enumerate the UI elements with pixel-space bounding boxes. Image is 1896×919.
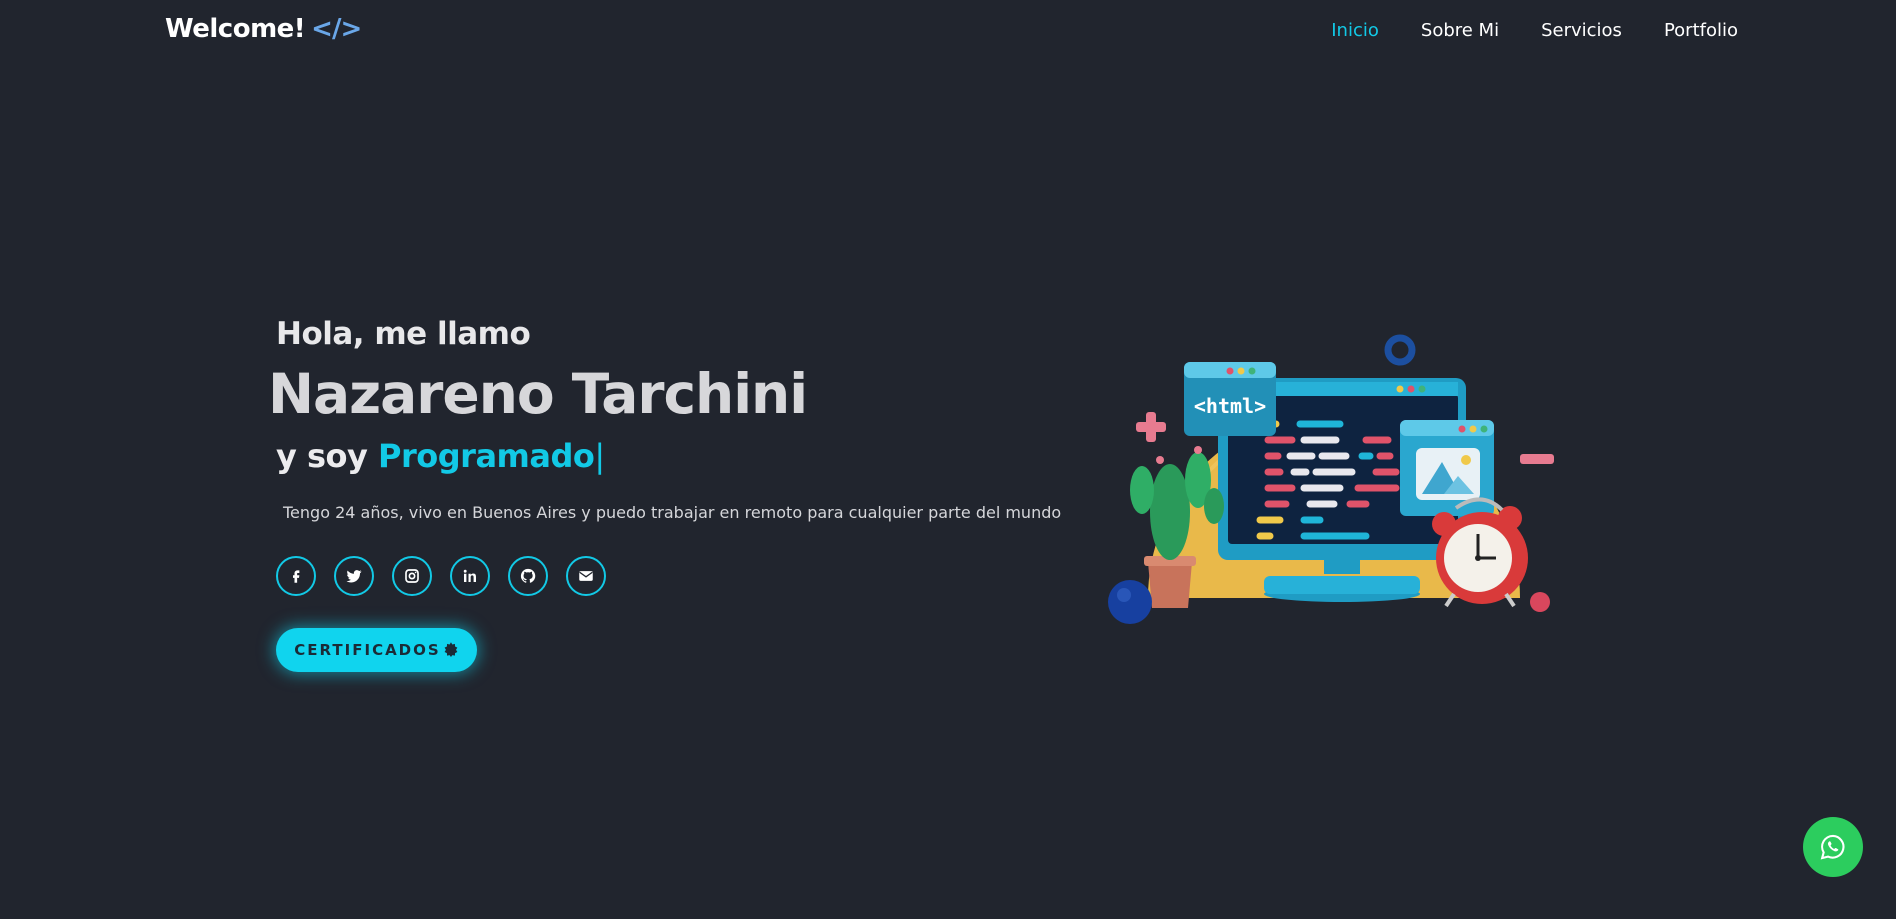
hero-greeting: Hola, me llamo	[276, 316, 531, 352]
email-link[interactable]	[566, 556, 606, 596]
certificados-label: CERTIFICADOS	[294, 641, 441, 659]
role-typed-text: Programado	[378, 437, 595, 475]
html-tag-text: <html>	[1194, 394, 1266, 418]
role-prefix: y soy	[276, 437, 368, 475]
nav-item-servicios[interactable]: Servicios	[1541, 20, 1622, 41]
facebook-link[interactable]	[276, 556, 316, 596]
linkedin-link[interactable]	[450, 556, 490, 596]
linkedin-icon	[463, 569, 476, 582]
certificados-button[interactable]: CERTIFICADOS	[276, 628, 477, 672]
github-icon	[520, 568, 536, 583]
github-link[interactable]	[508, 556, 548, 596]
logo[interactable]: Welcome! </>	[165, 14, 362, 44]
logo-text: Welcome!	[165, 14, 306, 44]
whatsapp-icon	[1820, 834, 1845, 860]
code-icon: </>	[311, 14, 362, 44]
nav-item-inicio[interactable]: Inicio	[1331, 20, 1379, 41]
typing-cursor: |	[594, 437, 605, 475]
developer-illustration: <html>	[1108, 334, 1554, 624]
twitter-icon	[346, 570, 362, 583]
instagram-link[interactable]	[392, 556, 432, 596]
badge-icon	[444, 642, 458, 658]
page: Welcome! </> Inicio Sobre Mi Servicios P…	[0, 0, 1896, 919]
nav-item-sobre-mi[interactable]: Sobre Mi	[1421, 20, 1499, 41]
twitter-link[interactable]	[334, 556, 374, 596]
main-nav: Inicio Sobre Mi Servicios Portfolio	[1331, 20, 1738, 41]
social-links	[276, 556, 606, 596]
instagram-icon	[405, 569, 419, 583]
facebook-icon	[293, 570, 300, 583]
nav-item-portfolio[interactable]: Portfolio	[1664, 20, 1738, 41]
hero-name: Nazareno Tarchini	[268, 362, 808, 426]
hero-role: y soy Programado|	[276, 437, 605, 475]
hero-description: Tengo 24 años, vivo en Buenos Aires y pu…	[283, 503, 1062, 522]
email-icon	[579, 571, 593, 581]
whatsapp-button[interactable]	[1803, 817, 1863, 877]
